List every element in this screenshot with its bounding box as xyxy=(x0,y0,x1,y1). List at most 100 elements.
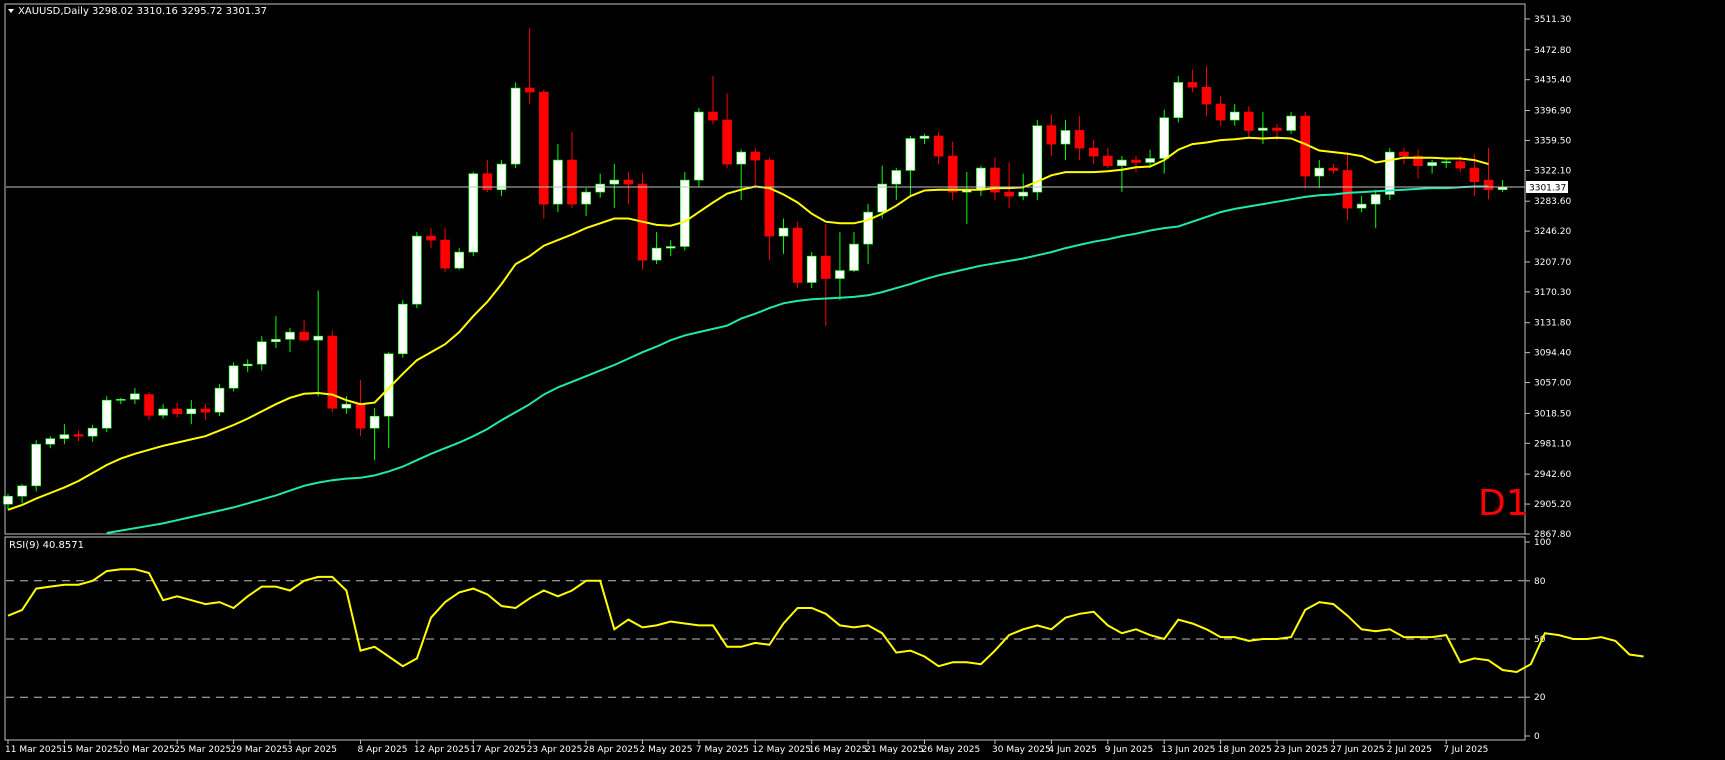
candle xyxy=(31,440,42,492)
candle-body-bull xyxy=(256,341,267,365)
candle-body-bull xyxy=(863,211,873,245)
current-price-tag: 3301.37 xyxy=(1526,180,1568,193)
candle xyxy=(412,232,422,309)
candle-body-bull xyxy=(1370,194,1381,205)
candle-body-bull xyxy=(510,87,521,165)
price-tick-label: 3207.70 xyxy=(1534,258,1571,268)
candle-body-bear xyxy=(722,119,732,165)
time-tick-label: 23 Jun 2025 xyxy=(1274,745,1328,755)
candle-body-bull xyxy=(496,163,507,190)
price-tick-label: 3396.90 xyxy=(1534,107,1571,117)
time-tick-label: 13 Jun 2025 xyxy=(1161,745,1215,755)
candle-body-bear xyxy=(299,331,309,341)
time-tick-label: 18 Jun 2025 xyxy=(1218,745,1272,755)
candle xyxy=(228,362,239,392)
time-tick-label: 30 May 2025 xyxy=(992,745,1051,755)
candle-body-bull xyxy=(87,427,98,437)
candle-body-bull xyxy=(397,303,408,355)
candle-body-bull xyxy=(1159,117,1169,159)
candle-body-bear xyxy=(1455,161,1466,169)
candle-body-bull xyxy=(3,495,13,505)
candle-body-bear xyxy=(1342,170,1353,209)
candle-body-bear xyxy=(1004,191,1014,197)
candle-body-bull xyxy=(101,399,112,429)
candle-body-bull xyxy=(976,167,986,190)
candle xyxy=(806,252,817,289)
candle-body-bull xyxy=(271,339,281,343)
candle-body-bull xyxy=(369,415,380,429)
candle xyxy=(327,330,338,413)
candle xyxy=(694,108,704,187)
candle-body-bull xyxy=(1145,158,1155,163)
candle-body-bull xyxy=(609,179,620,185)
candle-body-bear xyxy=(73,434,84,437)
price-tick-label: 3018.50 xyxy=(1534,409,1571,419)
time-tick-label: 2 May 2025 xyxy=(640,745,693,755)
price-tick-label: 3246.20 xyxy=(1534,227,1571,237)
candle-body-bull xyxy=(214,387,225,413)
price-tick-label: 3322.10 xyxy=(1534,166,1571,176)
candle-body-bull xyxy=(1117,159,1127,166)
candle-body-bear xyxy=(750,151,761,161)
time-tick-label: 7 May 2025 xyxy=(696,745,749,755)
candle-body-bear xyxy=(1187,82,1198,88)
candle-body-bear xyxy=(1244,111,1254,131)
candle-body-bull xyxy=(553,159,563,205)
candle-body-bull xyxy=(1385,151,1395,195)
time-tick-label: 28 Apr 2025 xyxy=(583,745,639,755)
price-tick-label: 2942.60 xyxy=(1534,470,1571,480)
candle xyxy=(679,172,690,251)
price-tick-label: 2905.20 xyxy=(1534,500,1571,510)
candle-body-bull xyxy=(130,393,140,400)
candle-body-bear xyxy=(1399,151,1409,157)
candle-body-bull xyxy=(665,246,676,249)
candle xyxy=(792,221,803,289)
candle-body-bull xyxy=(116,399,126,401)
candle-body-bull xyxy=(694,111,704,181)
rsi-tick-label: 0 xyxy=(1534,732,1540,742)
candle-body-bear xyxy=(1483,179,1494,190)
price-tick-label: 3511.30 xyxy=(1534,15,1571,25)
time-tick-label: 12 May 2025 xyxy=(752,745,811,755)
price-tag-label: 3301.37 xyxy=(1529,183,1566,193)
candle-body-bear xyxy=(1074,130,1085,149)
time-tick-label: 25 Mar 2025 xyxy=(174,745,231,755)
rsi-header: RSI(9) 40.8571 xyxy=(9,540,84,551)
candle-body-bear xyxy=(567,159,577,205)
candle-body-bull xyxy=(228,365,239,389)
candle-body-bull xyxy=(1286,115,1296,131)
candle-body-bull xyxy=(1173,82,1184,118)
candle-body-bear xyxy=(1328,167,1339,171)
candle-body-bull xyxy=(736,151,747,165)
candle-body-bear xyxy=(172,408,182,415)
candle-body-bull xyxy=(186,408,197,415)
candle-body-bull xyxy=(17,485,27,497)
price-tick-label: 3359.50 xyxy=(1534,136,1571,146)
time-tick-label: 27 Jun 2025 xyxy=(1330,745,1384,755)
candle-body-bull xyxy=(679,179,690,247)
candle-body-bear xyxy=(1131,159,1141,163)
chart-window[interactable]: 3511.30 3472.80 3435.40 3396.90 3359.50 3322.… xyxy=(0,0,1725,757)
candle-body-bull xyxy=(1258,127,1268,131)
candle-body-bull xyxy=(1018,191,1029,197)
candle-body-bull xyxy=(905,138,916,171)
candle xyxy=(397,300,408,358)
price-tick-label: 3435.40 xyxy=(1534,76,1571,86)
price-tick-label: 3283.60 xyxy=(1534,197,1571,207)
time-tick-label: 23 Apr 2025 xyxy=(527,745,583,755)
rsi-tick-label: 100 xyxy=(1534,538,1551,548)
candle xyxy=(214,384,225,417)
candle-body-bear xyxy=(764,159,775,237)
candle-body-bull xyxy=(778,227,789,237)
time-tick-label: 16 May 2025 xyxy=(809,745,868,755)
price-tick-label: 3094.40 xyxy=(1534,349,1571,359)
candle-body-bear xyxy=(820,255,831,279)
candle-body-bear xyxy=(200,408,211,413)
rsi-tick-label: 20 xyxy=(1534,693,1546,703)
candle-body-bull xyxy=(835,270,845,279)
candle-body-bull xyxy=(1060,130,1071,145)
candle xyxy=(538,89,549,219)
candle-body-bear xyxy=(708,111,718,121)
time-tick-label: 21 May 2025 xyxy=(865,745,924,755)
time-tick-label: 9 Jun 2025 xyxy=(1105,745,1153,755)
